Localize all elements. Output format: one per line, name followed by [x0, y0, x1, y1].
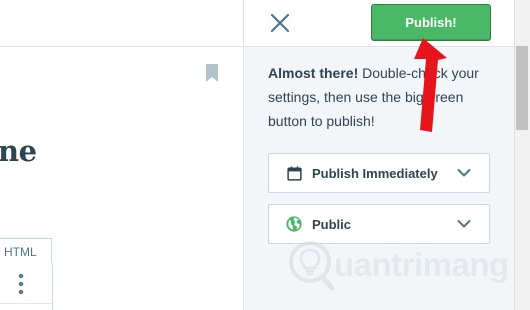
post-editor: ne HTML: [0, 0, 243, 310]
close-icon[interactable]: [268, 11, 292, 35]
post-title-fragment[interactable]: ne: [0, 134, 37, 168]
publish-schedule-dropdown[interactable]: Publish Immediately: [268, 153, 490, 193]
editor-toolbar: [0, 0, 243, 47]
tab-html[interactable]: HTML: [0, 238, 52, 264]
visibility-label: Public: [312, 216, 352, 232]
publish-panel: Publish! Almost there! Double-check your…: [243, 0, 515, 310]
publish-intro-text: Almost there! Double-check your settings…: [268, 61, 500, 133]
chevron-down-icon: [457, 220, 471, 228]
publish-panel-header: Publish!: [244, 0, 515, 47]
globe-icon: [286, 216, 302, 232]
divider: [0, 303, 52, 304]
more-vertical-icon[interactable]: [18, 273, 24, 295]
intro-bold-text: Almost there!: [268, 65, 359, 81]
calendar-icon: [286, 165, 302, 181]
scrollbar-thumb[interactable]: [516, 46, 528, 130]
bookmark-icon[interactable]: [205, 64, 219, 82]
visibility-dropdown[interactable]: Public: [268, 204, 490, 244]
red-arrow-annotation: [414, 38, 447, 132]
publish-schedule-label: Publish Immediately: [312, 165, 438, 181]
chevron-down-icon: [457, 169, 471, 177]
